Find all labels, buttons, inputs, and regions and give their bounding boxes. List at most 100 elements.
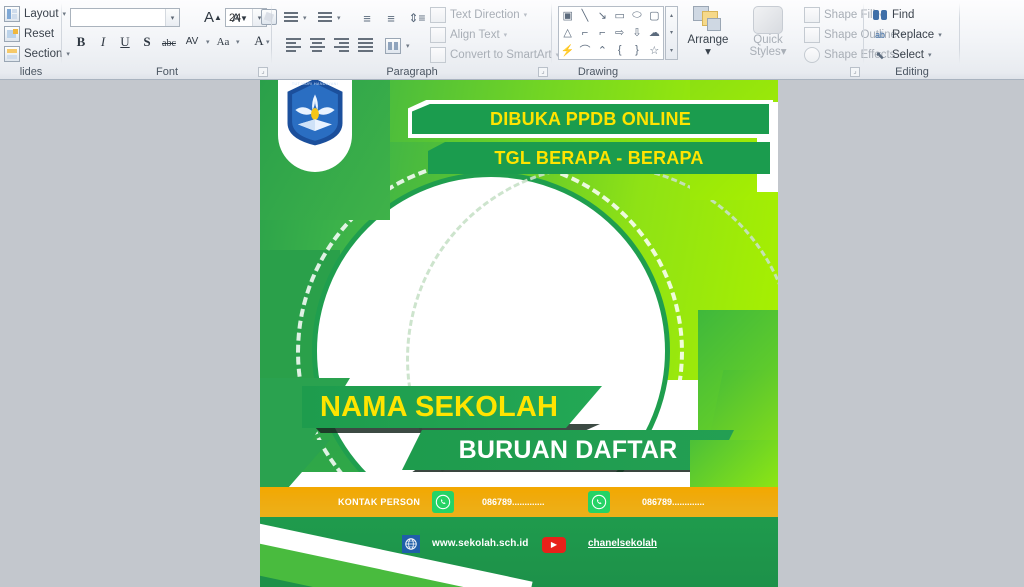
character-spacing-button[interactable]: AV <box>181 31 203 51</box>
shape-textbox-icon[interactable]: ▣ <box>559 7 576 24</box>
align-text-button[interactable]: Align Text ▾ <box>430 27 507 43</box>
whatsapp-icon-2[interactable] <box>588 491 610 513</box>
strikethrough-label: abc <box>162 37 176 49</box>
shapes-gallery[interactable]: ▣ ╲ ↘ ▭ ⬭ ▢ △ ⌐ ⌐ ⇨ ⇩ ☁ ⚡ ⌒ ⌃ { } ☆ <box>558 6 664 60</box>
arrange-label: Arrange <box>687 34 729 46</box>
underline-button[interactable]: U <box>114 32 136 52</box>
smartart-icon <box>430 47 446 63</box>
arrange-button[interactable]: Arrange ▾ <box>682 6 734 58</box>
align-center-button[interactable] <box>306 36 328 56</box>
shape-cloud-icon[interactable]: ☁ <box>646 24 663 41</box>
banner-buruan-daftar[interactable]: BURUAN DAFTAR <box>402 430 734 470</box>
layout-button[interactable]: Layout ▾ <box>4 6 66 22</box>
group-label-editing: Editing <box>895 66 929 78</box>
reset-label: Reset <box>24 28 55 40</box>
shape-curve-icon[interactable]: ⌒ <box>576 42 593 59</box>
font-name-combo[interactable]: ▾ <box>70 8 180 27</box>
shape-arc-icon[interactable]: ⌃ <box>594 42 611 59</box>
numbering-icon <box>318 12 332 24</box>
banner-tgl-berapa[interactable]: TGL BERAPA - BERAPA <box>428 142 770 174</box>
group-label-font: Font <box>155 66 178 78</box>
youtube-icon[interactable]: ▶ <box>542 537 566 553</box>
shape-right-brace-icon[interactable]: } <box>628 42 645 59</box>
shapes-more-icon[interactable]: ▾ <box>666 42 677 59</box>
font-color-arrow[interactable]: ▾ <box>262 38 270 46</box>
shape-rounded-rectangle-icon[interactable]: ▢ <box>646 7 663 24</box>
select-button[interactable]: ⬉ Select ▾ <box>872 47 931 63</box>
drawing-dialog-launcher[interactable]: ⌟ <box>850 67 860 77</box>
scroll-down-icon[interactable]: ▾ <box>666 24 677 41</box>
shape-rectangle-icon[interactable]: ▭ <box>611 7 628 24</box>
columns-icon <box>385 38 401 54</box>
align-right-icon <box>333 38 349 54</box>
whatsapp-icon[interactable] <box>432 491 454 513</box>
slide-workspace: TUT WURI HANDAYANI DIBUKA PPDB ONLINE TG… <box>0 80 1024 587</box>
chevron-down-icon: ▾ <box>337 15 341 22</box>
strikethrough-button[interactable]: abc <box>158 33 180 53</box>
shape-freeform-icon[interactable]: ⚡ <box>559 42 576 59</box>
shape-elbow-arrow-icon[interactable]: ⌐ <box>594 24 611 41</box>
shape-elbow-connector-icon[interactable]: ⌐ <box>576 24 593 41</box>
slide-canvas[interactable]: TUT WURI HANDAYANI DIBUKA PPDB ONLINE TG… <box>260 80 778 587</box>
youtube-channel-name[interactable]: chanelsekolah <box>588 538 657 549</box>
character-spacing-arrow[interactable]: ▾ <box>202 38 210 46</box>
italic-label: I <box>100 34 106 49</box>
line-spacing-button[interactable]: ⇕≡ <box>406 8 428 28</box>
section-label: Section <box>24 48 63 60</box>
justify-icon <box>357 38 373 54</box>
ribbon-group-slides: Layout ▾ Reset Section ▾ lides <box>0 0 70 80</box>
find-label: Find <box>892 9 915 21</box>
globe-icon[interactable] <box>402 535 420 553</box>
shape-left-brace-icon[interactable]: { <box>611 42 628 59</box>
shape-down-arrow-icon[interactable]: ⇩ <box>628 24 645 41</box>
banner-nama-sekolah[interactable]: NAMA SEKOLAH <box>302 386 602 428</box>
shape-right-arrow-icon[interactable]: ⇨ <box>611 24 628 41</box>
chevron-down-icon: ▾ <box>303 15 307 22</box>
chevron-down-icon: ▾ <box>236 39 240 46</box>
align-left-icon <box>285 38 301 54</box>
shape-arrow-icon[interactable]: ↘ <box>594 7 611 24</box>
text-direction-button[interactable]: Text Direction ▾ <box>430 7 527 23</box>
columns-button[interactable] <box>382 36 404 56</box>
convert-to-smartart-button[interactable]: Convert to SmartArt ▾ <box>430 47 559 63</box>
contact-person-label: KONTAK PERSON <box>338 497 421 507</box>
replace-icon: ab <box>874 30 885 40</box>
reset-button[interactable]: Reset <box>4 26 54 42</box>
bullets-arrow[interactable]: ▾ <box>299 14 307 22</box>
bold-label: B <box>76 34 86 49</box>
shape-star-icon[interactable]: ☆ <box>646 42 663 59</box>
find-button[interactable]: Find <box>872 7 914 23</box>
banner-1-label: DIBUKA PPDB ONLINE <box>490 108 691 129</box>
chevron-down-icon[interactable]: ▾ <box>165 9 179 26</box>
shape-line-icon[interactable]: ╲ <box>576 7 593 24</box>
banner-dibuka-ppdb-online[interactable]: DIBUKA PPDB ONLINE <box>412 104 769 134</box>
shape-oval-icon[interactable]: ⬭ <box>628 7 645 24</box>
decrease-indent-button[interactable]: ≡ <box>356 8 378 28</box>
grow-font-button[interactable]: A ▲ <box>202 7 224 27</box>
shrink-font-button[interactable]: A ▼ <box>229 8 251 28</box>
scroll-up-icon[interactable]: ▴ <box>666 7 677 24</box>
align-right-button[interactable] <box>330 36 352 56</box>
shape-triangle-icon[interactable]: △ <box>559 24 576 41</box>
shapes-gallery-scrollbar[interactable]: ▴ ▾ ▾ <box>665 6 678 60</box>
italic-button[interactable]: I <box>92 32 114 52</box>
font-dialog-launcher[interactable]: ⌟ <box>258 67 268 77</box>
columns-arrow[interactable]: ▾ <box>402 42 410 50</box>
increase-indent-button[interactable]: ≡ <box>380 8 402 28</box>
website-url[interactable]: www.sekolah.sch.id <box>432 538 528 549</box>
chevron-down-icon: ▾ <box>927 52 932 59</box>
chevron-down-icon: ▾ <box>266 39 270 46</box>
bold-button[interactable]: B <box>70 32 92 52</box>
section-button[interactable]: Section ▾ <box>4 46 70 62</box>
text-shadow-button[interactable]: S <box>136 32 158 52</box>
banner-2-label: TGL BERAPA - BERAPA <box>494 147 704 168</box>
align-left-button[interactable] <box>282 36 304 56</box>
quick-styles-button[interactable]: Quick Styles ▾ <box>742 6 794 58</box>
replace-button[interactable]: ab Replace ▾ <box>872 27 942 43</box>
numbering-arrow[interactable]: ▾ <box>333 14 341 22</box>
change-case-button[interactable]: Aa <box>212 32 234 52</box>
justify-button[interactable] <box>354 36 376 56</box>
play-glyph: ▶ <box>550 540 558 549</box>
shrink-font-label: A <box>232 11 241 25</box>
change-case-arrow[interactable]: ▾ <box>232 38 240 46</box>
